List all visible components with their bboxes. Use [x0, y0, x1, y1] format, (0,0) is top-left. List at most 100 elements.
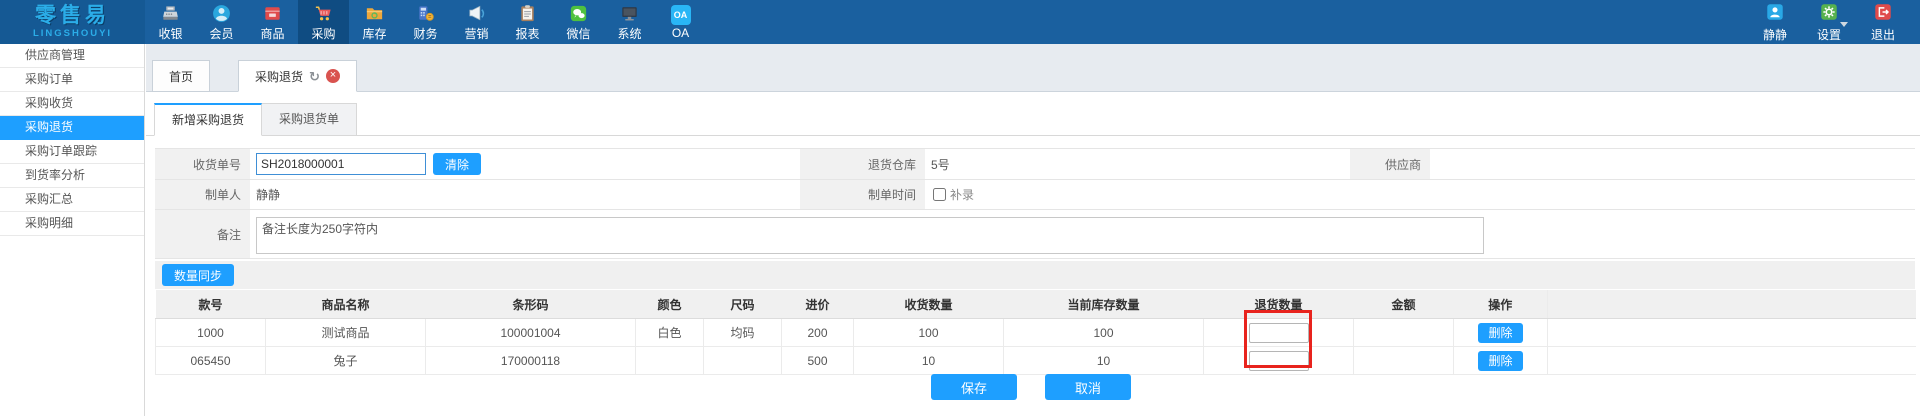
cancel-button[interactable]: 取消 [1045, 374, 1132, 400]
cell-product-name: 测试商品 [265, 318, 426, 347]
receipt-no-input[interactable] [256, 153, 426, 175]
settings-menu[interactable]: 设置 [1802, 0, 1856, 44]
menu-item-report[interactable]: 报表 [502, 0, 553, 44]
warehouse-value: 5号 [931, 157, 950, 172]
creator-value: 静静 [256, 188, 281, 202]
chevron-down-icon [1840, 22, 1848, 27]
cart-icon [313, 3, 334, 24]
wechat-icon [568, 3, 589, 24]
col-color: 颜色 [635, 290, 704, 319]
save-button[interactable]: 保存 [930, 374, 1017, 400]
logout-button[interactable]: 退出 [1856, 0, 1910, 44]
marketing-icon [466, 3, 487, 24]
tab-strip: 首页 采购退货 [146, 44, 1920, 92]
content-area: 首页 采购退货 新增采购退货 采购退货单 收货单号 清除 退货仓库 5号 供应商… [146, 44, 1920, 416]
menu-label: 会员 [209, 26, 234, 41]
receipt-no-label: 收货单号 [155, 149, 250, 179]
inventory-icon [364, 3, 385, 24]
cell-price: 200 [781, 318, 854, 347]
menu-label: 系统 [617, 26, 642, 41]
sidebar-item-purchase-detail[interactable]: 采购明细 [0, 212, 144, 236]
topbar: 零售易 LINGSHOUYI 收银 会员 商品 采购 库存 财务 营销 报表 微… [0, 0, 1920, 44]
menu-label: 营销 [464, 26, 489, 41]
menu-item-system[interactable]: 系统 [604, 0, 655, 44]
delete-button[interactable]: 删除 [1478, 322, 1523, 343]
footer-actions: 保存 取消 [146, 374, 1916, 400]
username: 静静 [1762, 27, 1787, 42]
create-time-label: 制单时间 [800, 180, 925, 209]
user-menu[interactable]: 静静 [1748, 0, 1802, 44]
system-icon [619, 3, 640, 24]
sidebar-item-arrival-rate-analysis[interactable]: 到货率分析 [0, 164, 144, 188]
col-return-qty: 退货数量 [1203, 290, 1354, 319]
clear-button[interactable]: 清除 [433, 153, 482, 175]
menu-label: 采购 [311, 26, 336, 41]
sidebar-item-purchase-order[interactable]: 采购订单 [0, 68, 144, 92]
col-action: 操作 [1453, 290, 1548, 319]
cash-register-icon [160, 3, 181, 24]
quantity-sync-button[interactable]: 数量同步 [162, 264, 235, 286]
cell-style-no: 065450 [155, 346, 266, 375]
menu-item-finance[interactable]: 财务 [400, 0, 451, 44]
sidebar-item-purchase-summary[interactable]: 采购汇总 [0, 188, 144, 212]
user-icon [1765, 2, 1785, 25]
subtab-purchase-return-list[interactable]: 采购退货单 [262, 103, 358, 136]
cell-stock: 10 [1003, 346, 1204, 375]
menu-item-oa[interactable]: OA OA [655, 0, 706, 44]
return-qty-input[interactable] [1248, 322, 1309, 343]
delete-button[interactable]: 删除 [1478, 350, 1523, 371]
finance-icon [415, 3, 436, 24]
remark-label: 备注 [155, 210, 250, 258]
menu-label: 财务 [413, 26, 438, 41]
sidebar: 供应商管理 采购订单 采购收货 采购退货 采购订单跟踪 到货率分析 采购汇总 采… [0, 44, 145, 416]
col-purchase-price: 进价 [781, 290, 854, 319]
remark-textarea[interactable]: 备注长度为250字符内 [256, 217, 1484, 254]
warehouse-label: 退货仓库 [800, 149, 925, 179]
gear-icon [1819, 2, 1839, 25]
menu-label: 库存 [362, 26, 387, 41]
col-amount: 金额 [1353, 290, 1454, 319]
menu-item-member[interactable]: 会员 [196, 0, 247, 44]
cell-color [635, 346, 704, 375]
subtab-new-purchase-return[interactable]: 新增采购退货 [154, 103, 263, 136]
supplier-label: 供应商 [1350, 149, 1430, 179]
menu-item-purchase[interactable]: 采购 [298, 0, 349, 44]
cell-size: 均码 [703, 318, 782, 347]
cell-amount [1353, 346, 1454, 375]
sidebar-item-purchase-receipt[interactable]: 采购收货 [0, 92, 144, 116]
app-logo: 零售易 LINGSHOUYI [0, 0, 145, 44]
col-size: 尺码 [703, 290, 782, 319]
supplement-checkbox[interactable] [933, 188, 946, 201]
cell-received: 100 [853, 318, 1004, 347]
cell-price: 500 [781, 346, 854, 375]
refresh-icon[interactable] [309, 70, 320, 83]
sidebar-item-supplier-management[interactable]: 供应商管理 [0, 44, 144, 68]
sub-tabs: 新增采购退货 采购退货单 [154, 103, 358, 136]
menu-item-inventory[interactable]: 库存 [349, 0, 400, 44]
col-current-stock-qty: 当前库存数量 [1003, 290, 1204, 319]
cell-product-name: 兔子 [265, 346, 426, 375]
tab-label: 首页 [169, 69, 194, 84]
oa-icon: OA [670, 4, 691, 25]
menu-item-wechat[interactable]: 微信 [553, 0, 604, 44]
col-filler [1547, 290, 1916, 319]
col-barcode: 条形码 [425, 290, 636, 319]
cell-barcode: 100001004 [425, 318, 636, 347]
table-row: 1000 测试商品 100001004 白色 均码 200 100 100 删除 [155, 318, 1916, 347]
supplier-value [1430, 149, 1915, 179]
supplement-label: 补录 [950, 188, 975, 202]
menu-label: 微信 [566, 26, 591, 41]
tab-purchase-return[interactable]: 采购退货 [238, 60, 357, 92]
menu-item-cashier[interactable]: 收银 [145, 0, 196, 44]
tab-home[interactable]: 首页 [152, 60, 211, 92]
table-row: 065450 兔子 170000118 500 10 10 删除 [155, 346, 1916, 375]
tab-label: 采购退货 [255, 69, 304, 84]
close-icon[interactable] [325, 69, 340, 83]
menu-item-marketing[interactable]: 营销 [451, 0, 502, 44]
menu-item-goods[interactable]: 商品 [247, 0, 298, 44]
return-qty-input[interactable] [1248, 350, 1309, 371]
return-form: 收货单号 清除 退货仓库 5号 供应商 制单人 静静 制单时间 补录 备注 备注… [155, 148, 1915, 259]
divider [146, 135, 1920, 136]
sidebar-item-purchase-return[interactable]: 采购退货 [0, 116, 144, 140]
sidebar-item-purchase-order-tracking[interactable]: 采购订单跟踪 [0, 140, 144, 164]
